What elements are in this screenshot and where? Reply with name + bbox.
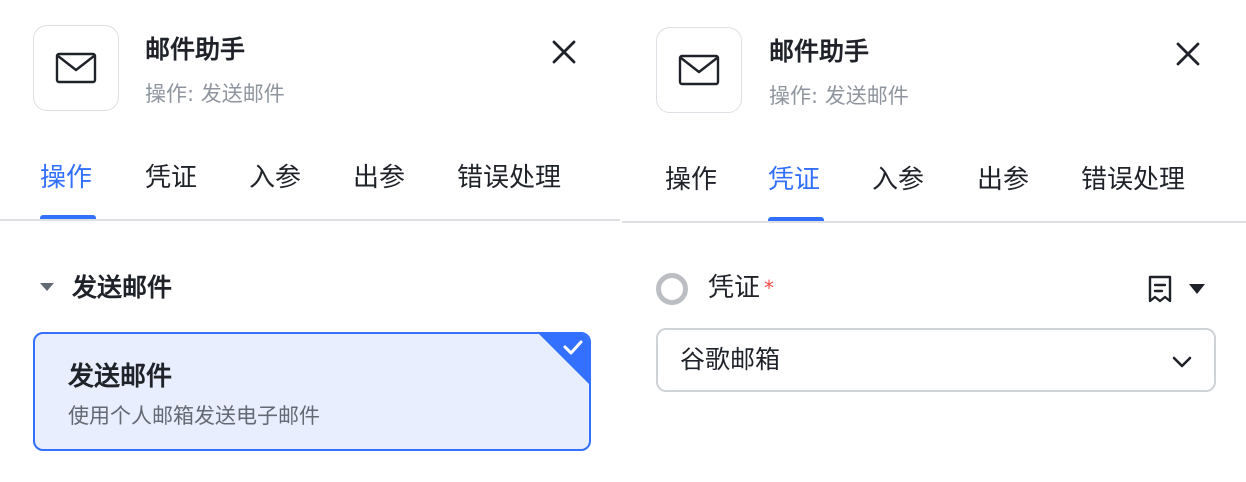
tab-operation[interactable]: 操作: [40, 158, 92, 218]
credential-select[interactable]: 谷歌邮箱: [656, 328, 1216, 392]
receipt-icon[interactable]: [1146, 274, 1174, 304]
tab-credential[interactable]: 凭证: [145, 158, 197, 218]
caret-down-icon[interactable]: [1188, 283, 1206, 295]
caret-down-icon: [40, 283, 54, 291]
tab-input-params[interactable]: 入参: [872, 160, 924, 220]
chevron-down-icon: [1172, 356, 1192, 368]
section-toggle[interactable]: 发送邮件: [40, 268, 172, 304]
close-icon: [552, 40, 576, 64]
app-subtitle: 操作: 发送邮件: [769, 84, 909, 108]
tabs-divider: [0, 219, 620, 221]
tabs-divider: [622, 221, 1246, 223]
app-title: 邮件助手: [769, 37, 870, 66]
app-subtitle: 操作: 发送邮件: [145, 82, 285, 106]
credential-label: 凭证 *: [708, 270, 774, 306]
credential-label-text: 凭证: [708, 273, 761, 303]
tab-operation[interactable]: 操作: [665, 160, 717, 220]
check-icon: [539, 334, 589, 384]
send-email-option-card[interactable]: 发送邮件 使用个人邮箱发送电子邮件: [33, 332, 591, 451]
tab-output-params[interactable]: 出参: [977, 160, 1029, 220]
close-icon: [1176, 42, 1200, 66]
tab-credential[interactable]: 凭证: [768, 160, 820, 220]
required-mark: *: [764, 276, 775, 300]
tab-error-handling[interactable]: 错误处理: [1081, 160, 1185, 220]
mail-icon-box: [656, 27, 742, 113]
tab-input-params[interactable]: 入参: [249, 158, 301, 218]
tab-bar: 操作 凭证 入参 出参 错误处理: [622, 160, 1246, 221]
credential-tools[interactable]: [1146, 272, 1210, 306]
right-panel: 邮件助手 操作: 发送邮件 操作 凭证 入参 出参 错误处理 凭证 * 谷歌邮箱: [622, 0, 1246, 482]
mail-icon-box: [33, 25, 119, 111]
close-button[interactable]: [1172, 38, 1204, 70]
mail-icon: [678, 54, 720, 86]
option-title: 发送邮件: [68, 362, 173, 392]
section-title: 发送邮件: [72, 273, 173, 302]
credential-radio[interactable]: [656, 273, 688, 305]
mail-icon: [55, 52, 97, 84]
tab-output-params[interactable]: 出参: [353, 158, 405, 218]
left-panel: 邮件助手 操作: 发送邮件 操作 凭证 入参 出参 错误处理 发送邮件 发送邮件…: [0, 0, 620, 482]
option-description: 使用个人邮箱发送电子邮件: [68, 404, 320, 428]
credential-select-value: 谷歌邮箱: [680, 345, 781, 374]
tab-error-handling[interactable]: 错误处理: [457, 158, 561, 218]
app-title: 邮件助手: [145, 35, 246, 64]
tab-bar: 操作 凭证 入参 出参 错误处理: [0, 158, 620, 219]
close-button[interactable]: [548, 36, 580, 68]
